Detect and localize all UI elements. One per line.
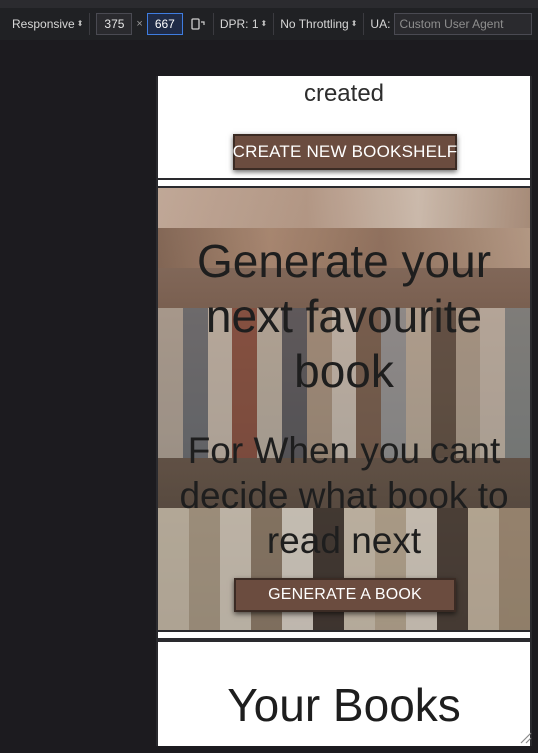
devtools-toolbar: Responsive ⬍ 375 × 667 DPR: 1 ⬍ No Throt… bbox=[0, 0, 538, 40]
created-text: created bbox=[303, 80, 385, 107]
throttling-label: No Throttling bbox=[280, 17, 349, 31]
throttling-select[interactable]: No Throttling ⬍ bbox=[280, 17, 357, 31]
user-agent-input[interactable]: Custom User Agent bbox=[394, 13, 533, 35]
ua-label: UA: bbox=[370, 17, 391, 31]
hero-section: Generate your next favourite book For Wh… bbox=[158, 188, 530, 630]
caret-icon: ⬍ bbox=[76, 19, 84, 28]
times-symbol: × bbox=[136, 18, 143, 30]
rotate-icon-glyph bbox=[191, 18, 205, 30]
create-bookshelf-button[interactable]: CREATE NEW BOOKSHELF bbox=[233, 134, 457, 170]
your-books-title: Your Books bbox=[227, 679, 461, 731]
caret-icon: ⬍ bbox=[350, 19, 358, 28]
divider bbox=[363, 13, 365, 35]
section-divider bbox=[158, 632, 530, 638]
caret-icon: ⬍ bbox=[260, 19, 268, 28]
dpr-select[interactable]: DPR: 1 ⬍ bbox=[220, 17, 267, 31]
hero-title: Generate your next favourite book bbox=[196, 235, 492, 397]
divider bbox=[273, 13, 275, 35]
device-select[interactable]: Responsive ⬍ bbox=[12, 17, 83, 31]
bookshelf-section: created CREATE NEW BOOKSHELF bbox=[158, 76, 530, 178]
divider bbox=[89, 13, 91, 35]
device-viewport: created CREATE NEW BOOKSHELF Generate yo… bbox=[156, 76, 532, 746]
divider bbox=[212, 13, 214, 35]
your-books-section: Your Books bbox=[158, 642, 530, 746]
resize-handle-icon[interactable] bbox=[518, 730, 532, 744]
hero-subtitle: For When you cant decide what book to re… bbox=[179, 430, 509, 561]
section-divider bbox=[158, 180, 530, 186]
rotate-icon[interactable] bbox=[189, 15, 207, 33]
width-input[interactable]: 375 bbox=[96, 13, 133, 35]
dpr-label: DPR: 1 bbox=[219, 17, 259, 31]
height-input[interactable]: 667 bbox=[146, 13, 183, 35]
device-label: Responsive bbox=[12, 17, 75, 31]
generate-book-button[interactable]: GENERATE A BOOK bbox=[234, 578, 456, 612]
